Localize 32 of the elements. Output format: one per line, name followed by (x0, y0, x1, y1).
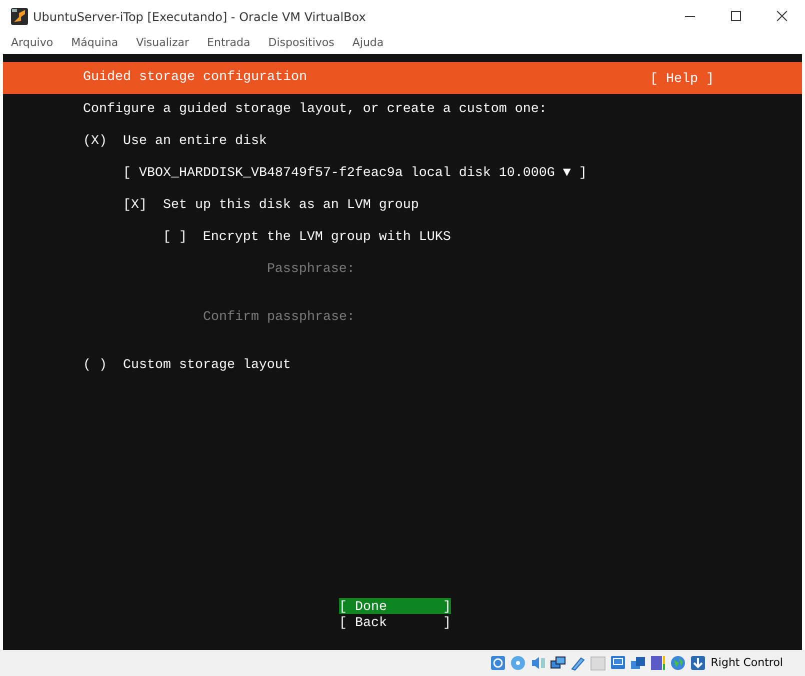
radio-button[interactable]: (X) (83, 134, 107, 149)
radio-label: Use an entire disk (122, 134, 267, 149)
windows-icon[interactable] (628, 654, 647, 672)
screen-title: Guided storage configuration (83, 69, 307, 87)
host-key-label: Right Control (710, 654, 783, 671)
menu-item[interactable]: Máquina (71, 35, 118, 52)
instruction-text: Configure a guided storage layout, or create a custom one: (83, 101, 547, 119)
maximize-icon (731, 11, 741, 22)
menu-button[interactable]: [ Done ] (339, 598, 451, 614)
menu-item[interactable]: Arquivo (11, 35, 54, 52)
checkbox[interactable]: [ ] (162, 230, 187, 245)
menu-item[interactable]: Visualizar (136, 35, 190, 52)
field-label: Passphrase: (266, 261, 355, 279)
help-button[interactable]: [ Help ] (650, 70, 714, 86)
window-title: UbuntuServer-iTop [Executando] - Oracle VM VirtualBox (33, 8, 366, 26)
close-icon (777, 11, 787, 22)
menu-item[interactable]: Entrada (207, 35, 250, 52)
display-icon[interactable] (608, 654, 627, 672)
optical-disc-icon[interactable] (508, 654, 527, 672)
radio-label: Custom storage layout (122, 358, 291, 373)
menu-item[interactable]: Ajuda (352, 35, 384, 52)
globe-icon[interactable] (668, 654, 687, 672)
app-icon (11, 8, 28, 25)
radio-button[interactable]: ( ) (83, 358, 107, 373)
checkbox-label: Set up this disk as an LVM group (162, 198, 419, 213)
checkbox[interactable]: [X] (122, 198, 147, 213)
checkbox-label: Encrypt the LVM group with LUKS (202, 230, 451, 245)
disk-dropdown[interactable]: [ VBOX_HARDDISK_VB48749f57-f2feac9a local disk 10.000G ▼ ] (122, 166, 587, 181)
field-label: Confirm passphrase: (202, 309, 355, 327)
download-icon[interactable] (688, 654, 707, 672)
menu-button[interactable]: [ Back ] (339, 614, 451, 630)
menu-item[interactable]: Dispositivos (268, 35, 334, 52)
